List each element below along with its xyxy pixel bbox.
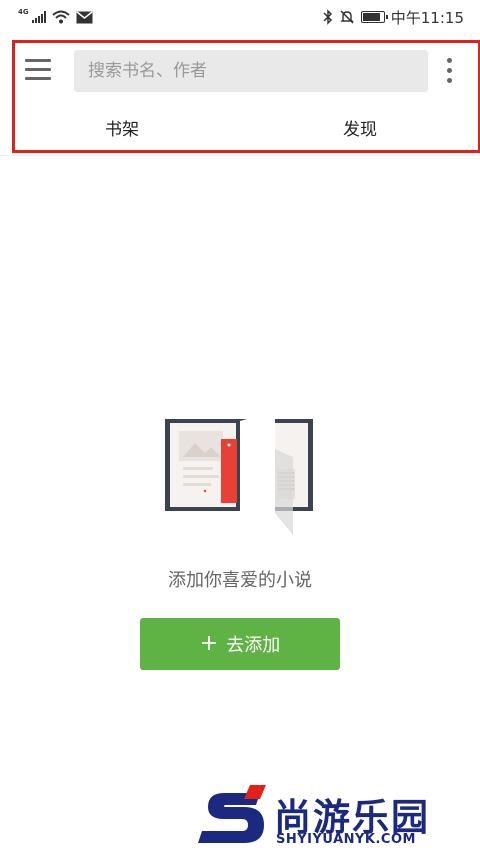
mute-bell-icon xyxy=(340,10,354,24)
tab-bookshelf[interactable]: 书架 xyxy=(105,115,139,140)
watermark-url: SHYIYUANYK.COM xyxy=(276,832,416,847)
menu-icon[interactable] xyxy=(25,59,51,81)
header-toolbar: 书架 发现 xyxy=(12,40,480,153)
mail-icon xyxy=(76,10,93,23)
tab-discover[interactable]: 发现 xyxy=(343,115,377,140)
header-divider xyxy=(0,155,480,156)
status-bar: 4G 中午11:15 xyxy=(0,0,480,34)
tab-bar: 书架 发现 xyxy=(15,109,478,149)
empty-state-message: 添加你喜爱的小说 xyxy=(168,570,312,591)
watermark-logo-icon xyxy=(198,785,266,843)
status-bar-left: 4G xyxy=(18,8,93,24)
clock: 中午11:15 xyxy=(390,8,464,27)
app-screen: 4G 中午11:15 搜索书名、作者 书架 发现 添加你喜爱的小说 + 去添加 … xyxy=(0,0,480,853)
search-input[interactable] xyxy=(74,50,428,92)
add-novel-button-label: 去添加 xyxy=(226,635,281,656)
bluetooth-icon xyxy=(323,9,332,25)
battery-icon xyxy=(360,11,388,23)
network-type: 4G xyxy=(18,8,29,16)
empty-bookshelf-illustration xyxy=(165,411,313,535)
status-bar-right: 中午11:15 xyxy=(323,7,464,28)
add-novel-button[interactable]: + 去添加 xyxy=(140,618,340,670)
wifi-icon xyxy=(51,10,70,24)
signal-icon xyxy=(31,11,46,23)
watermark: 尚游乐园 SHYIYUANYK.COM xyxy=(198,785,480,853)
more-options-icon[interactable] xyxy=(445,58,455,84)
plus-icon: + xyxy=(199,631,219,656)
